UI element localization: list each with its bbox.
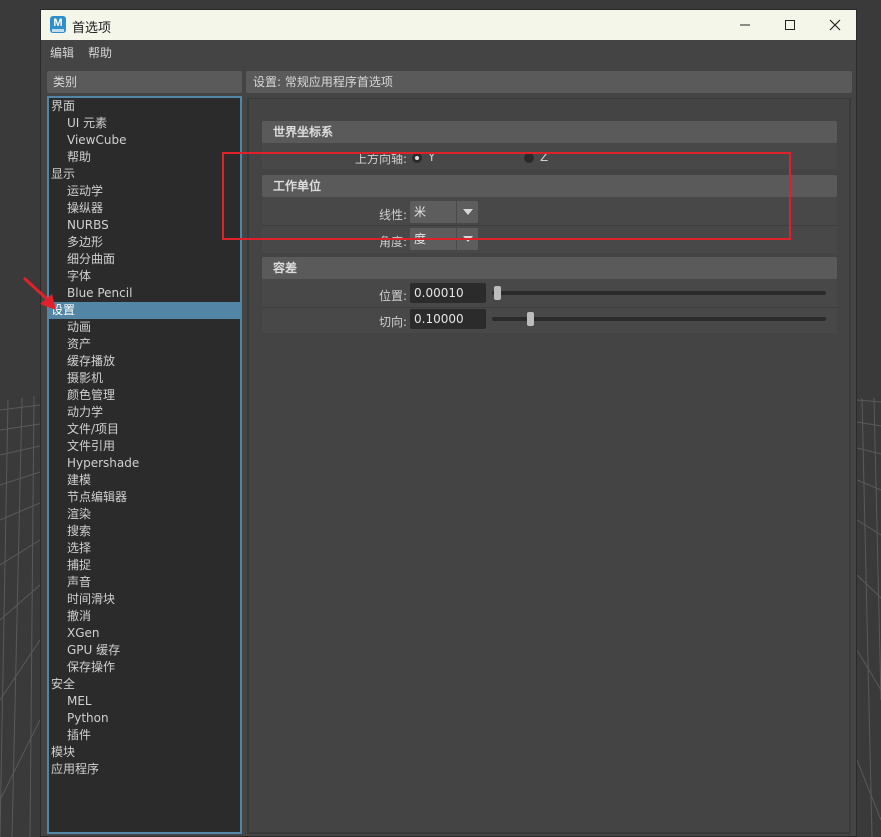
category-item[interactable]: XGen [49, 625, 240, 642]
linear-units-dropdown[interactable]: 米 [410, 201, 478, 223]
linear-units-value: 米 [414, 205, 427, 219]
category-item[interactable]: 界面 [49, 98, 240, 115]
category-item[interactable]: 字体 [49, 268, 240, 285]
category-item[interactable]: 保存操作 [49, 659, 240, 676]
angular-units-value: 度 [414, 232, 427, 246]
tangent-label: 切向: [378, 315, 407, 329]
category-item[interactable]: 渲染 [49, 506, 240, 523]
position-slider[interactable] [492, 291, 826, 295]
category-item[interactable]: 时间滑块 [49, 591, 240, 608]
category-item[interactable]: 搜索 [49, 523, 240, 540]
working-units-body: 线性: 米 角度: 度 [262, 197, 837, 253]
close-icon [829, 19, 841, 31]
preferences-window: M 首选项 编辑 帮助 类别 界面 UI 元素 ViewCube 帮助 显示 运动学 操纵器… [40, 9, 857, 837]
title-bar: M 首选项 [41, 10, 856, 40]
section-tolerance[interactable]: 容差 [262, 257, 837, 279]
category-item[interactable]: 文件引用 [49, 438, 240, 455]
categories-list: 界面 UI 元素 ViewCube 帮助 显示 运动学 操纵器 NURBS 多边形 细分曲面 字体 B… [47, 96, 242, 834]
close-button[interactable] [812, 10, 856, 40]
row-divider [262, 225, 837, 226]
section-working-units[interactable]: 工作单位 [262, 175, 837, 197]
category-item[interactable]: 建模 [49, 472, 240, 489]
category-item[interactable]: 操纵器 [49, 200, 240, 217]
position-tolerance-field[interactable]: 0.00010 [410, 283, 486, 303]
radio-y[interactable] [412, 153, 422, 163]
category-item[interactable]: 显示 [49, 166, 240, 183]
category-item[interactable]: 细分曲面 [49, 251, 240, 268]
radio-y-label: Y [428, 150, 436, 164]
category-item[interactable]: Python [49, 710, 240, 727]
category-item[interactable]: 应用程序 [49, 761, 240, 778]
category-item[interactable]: 多边形 [49, 234, 240, 251]
position-slider-handle[interactable] [494, 286, 501, 300]
category-item[interactable]: 动画 [49, 319, 240, 336]
settings-header: 设置: 常规应用程序首选项 [246, 71, 852, 93]
category-item[interactable]: Hypershade [49, 455, 240, 472]
maximize-button[interactable] [767, 10, 813, 40]
section-world-coordinates[interactable]: 世界坐标系 [262, 121, 837, 143]
category-item[interactable]: Blue Pencil [49, 285, 240, 302]
maximize-icon [785, 20, 795, 30]
category-item[interactable]: 文件/项目 [49, 421, 240, 438]
chevron-down-icon [456, 201, 478, 223]
category-item[interactable]: 插件 [49, 727, 240, 744]
chevron-down-icon [456, 228, 478, 250]
menu-bar: 编辑 帮助 [41, 40, 856, 64]
category-item[interactable]: 帮助 [49, 149, 240, 166]
category-item[interactable]: 设置 [49, 302, 240, 319]
category-item[interactable]: 选择 [49, 540, 240, 557]
settings-panel: 世界坐标系 上方向轴: Y Z 工作单位 线性: 米 角度: 度 容差 位置: [247, 98, 851, 834]
category-item[interactable]: 模块 [49, 744, 240, 761]
category-item[interactable]: UI 元素 [49, 115, 240, 132]
position-label: 位置: [378, 289, 407, 303]
category-item[interactable]: NURBS [49, 217, 240, 234]
linear-label: 线性: [378, 208, 407, 222]
minimize-icon [740, 24, 750, 26]
row-divider [262, 307, 837, 308]
category-item[interactable]: 节点编辑器 [49, 489, 240, 506]
category-item[interactable]: MEL [49, 693, 240, 710]
category-item[interactable]: 颜色管理 [49, 387, 240, 404]
radio-z[interactable] [524, 153, 534, 163]
tangent-slider[interactable] [492, 317, 826, 321]
category-item[interactable]: 摄影机 [49, 370, 240, 387]
minimize-button[interactable] [722, 10, 768, 40]
menu-help[interactable]: 帮助 [88, 44, 112, 61]
angular-units-dropdown[interactable]: 度 [410, 228, 478, 250]
category-item[interactable]: GPU 缓存 [49, 642, 240, 659]
window-title: 首选项 [72, 21, 112, 36]
category-item[interactable]: 动力学 [49, 404, 240, 421]
category-item[interactable]: 资产 [49, 336, 240, 353]
angular-label: 角度: [378, 235, 407, 249]
annotation-arrow-icon [22, 276, 56, 310]
tangent-slider-handle[interactable] [526, 312, 534, 326]
category-item[interactable]: 声音 [49, 574, 240, 591]
maya-app-icon: M [50, 16, 66, 33]
radio-z-label: Z [540, 150, 549, 164]
menu-edit[interactable]: 编辑 [50, 44, 74, 61]
category-item[interactable]: ViewCube [49, 132, 240, 149]
category-item[interactable]: 缓存播放 [49, 353, 240, 370]
tangent-tolerance-field[interactable]: 0.10000 [410, 309, 486, 329]
tolerance-body: 位置: 0.00010 切向: 0.10000 [262, 279, 837, 333]
category-item[interactable]: 撤消 [49, 608, 240, 625]
category-item[interactable]: 安全 [49, 676, 240, 693]
categories-header: 类别 [47, 71, 242, 93]
up-axis-label: 上方向轴: [354, 152, 407, 166]
category-item[interactable]: 运动学 [49, 183, 240, 200]
world-coordinates-body: 上方向轴: Y Z [262, 143, 837, 169]
category-item[interactable]: 捕捉 [49, 557, 240, 574]
